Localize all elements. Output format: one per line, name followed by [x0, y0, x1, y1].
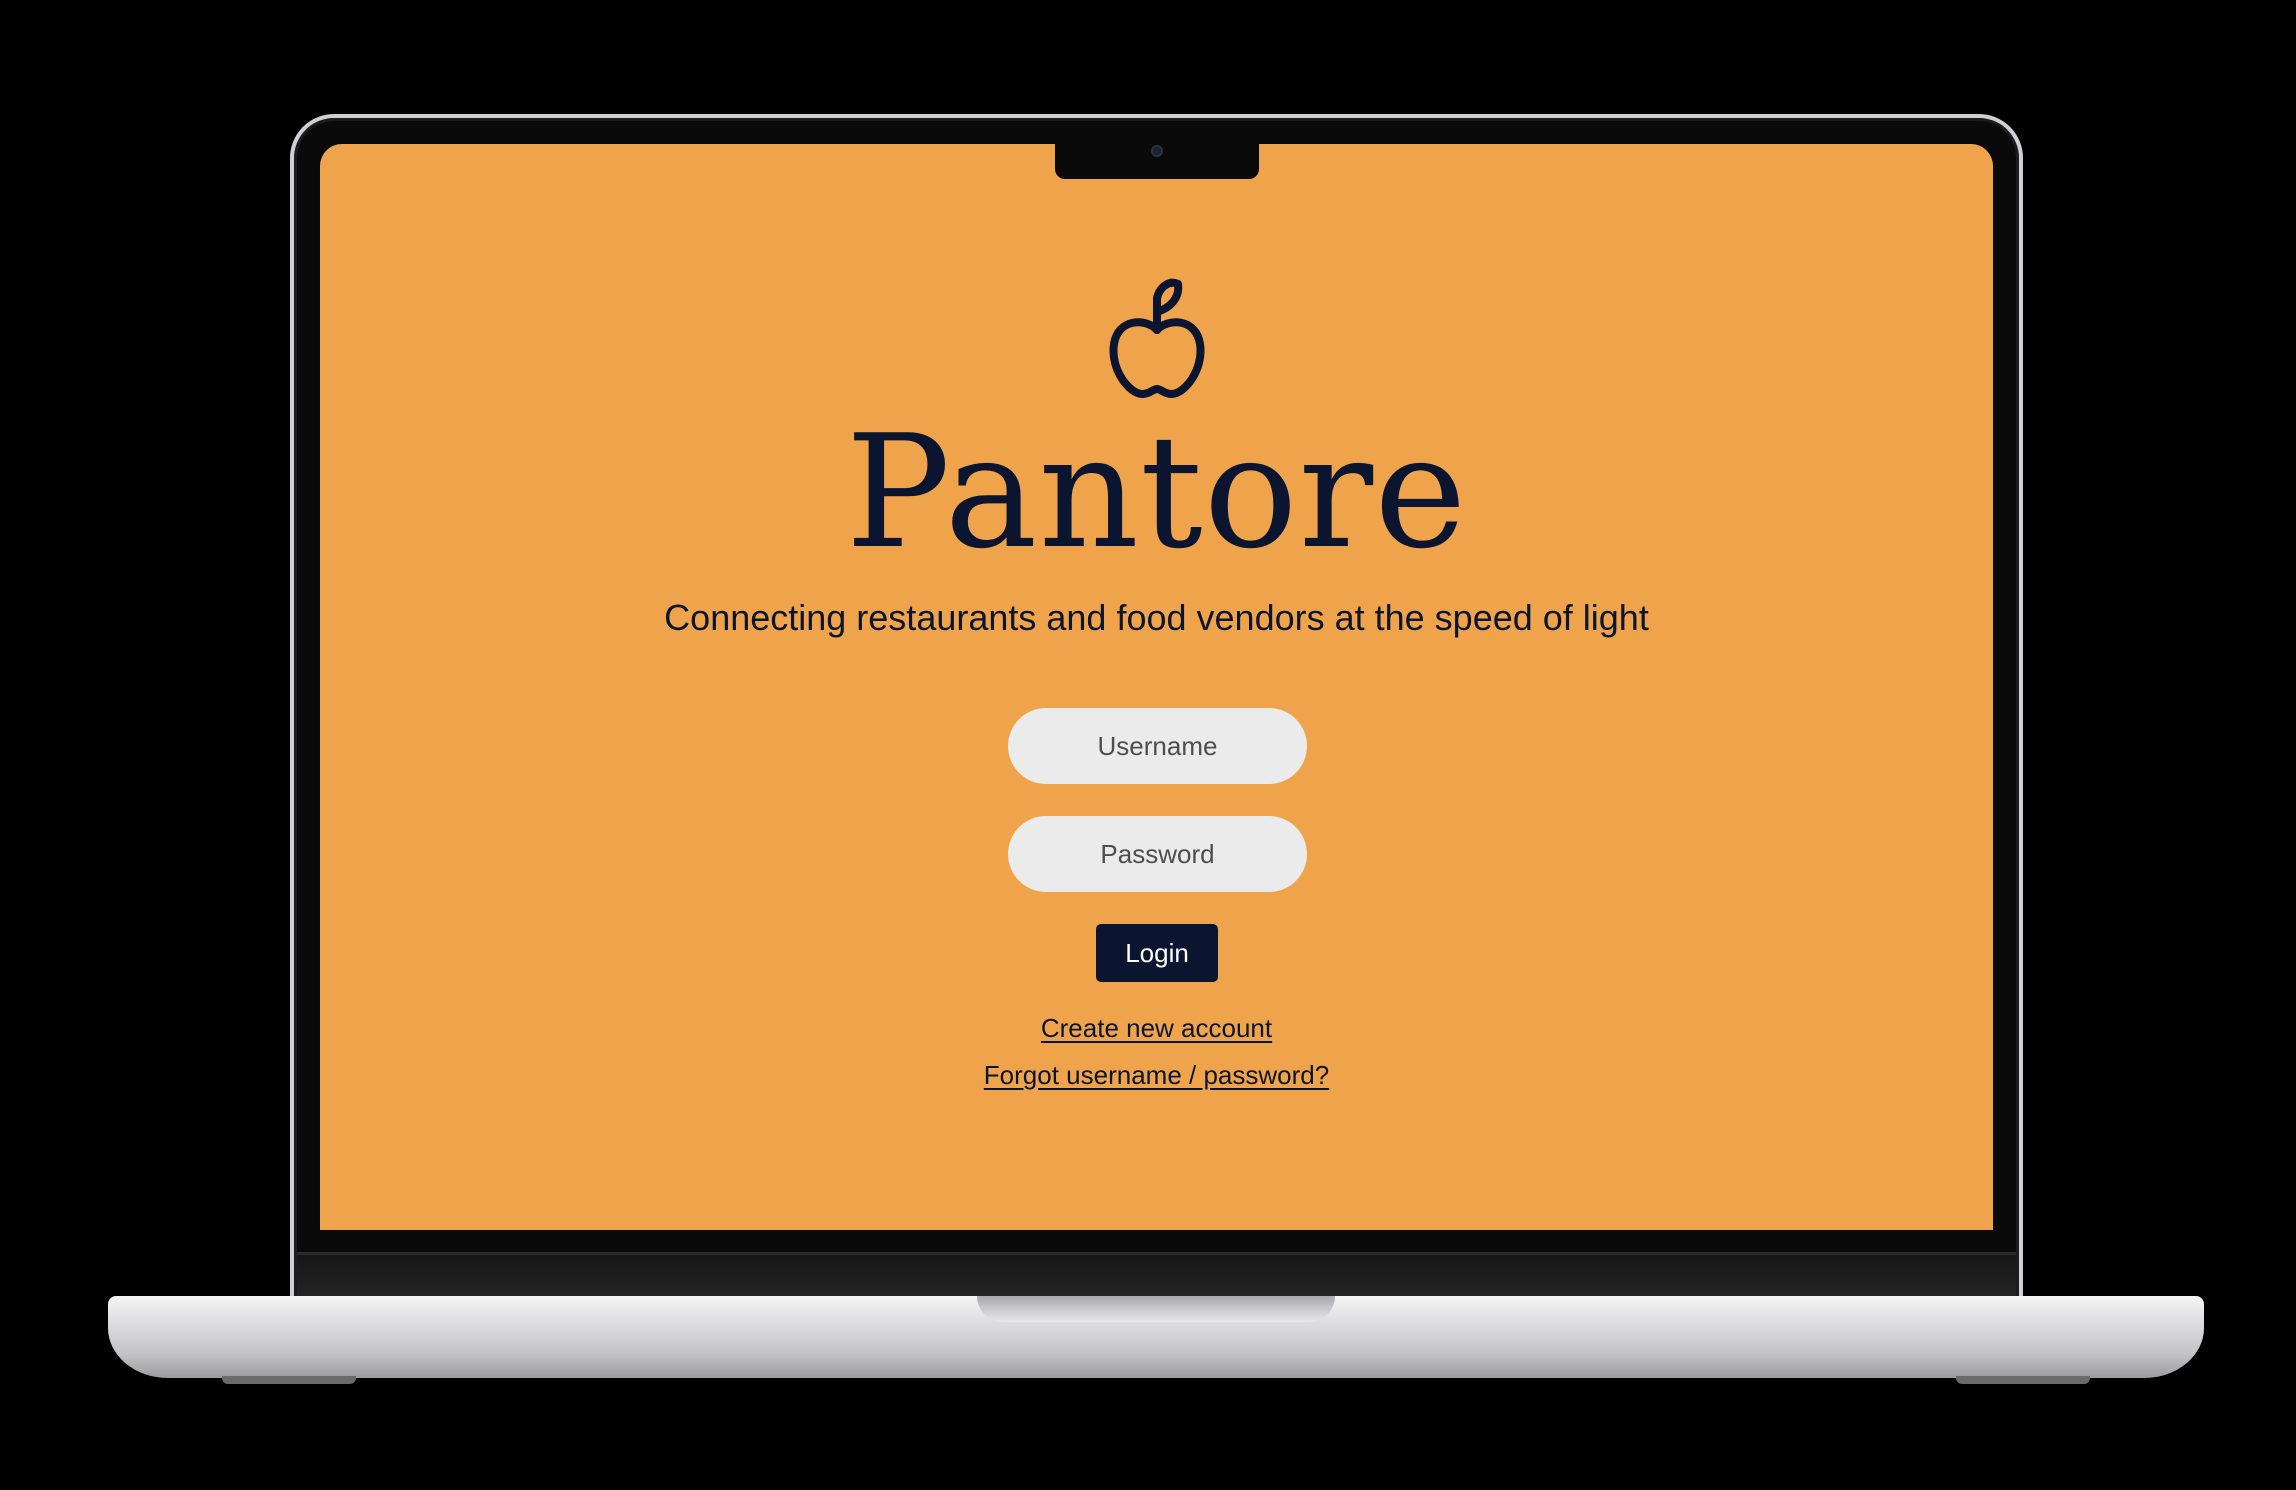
- username-input[interactable]: [1008, 708, 1307, 784]
- screen-lower-bezel: [297, 1252, 2016, 1296]
- login-button[interactable]: Login: [1096, 924, 1218, 982]
- create-account-link[interactable]: Create new account: [320, 1012, 1993, 1044]
- device-mockup: Pantore Connecting restaurants and food …: [0, 0, 2296, 1490]
- tagline: Connecting restaurants and food vendors …: [664, 597, 1649, 638]
- login-page: Pantore Connecting restaurants and food …: [320, 144, 1993, 1230]
- password-input[interactable]: [1008, 816, 1307, 892]
- forgot-credentials-link[interactable]: Forgot username / password?: [320, 1059, 1993, 1091]
- laptop-screen: Pantore Connecting restaurants and food …: [320, 144, 1993, 1230]
- laptop-foot-right: [1956, 1376, 2090, 1384]
- apple-icon: [1109, 278, 1205, 398]
- camera-icon: [1151, 145, 1163, 157]
- laptop-foot-left: [222, 1376, 356, 1384]
- brand-title: Pantore: [845, 401, 1468, 583]
- lid-opening-notch: [977, 1296, 1335, 1322]
